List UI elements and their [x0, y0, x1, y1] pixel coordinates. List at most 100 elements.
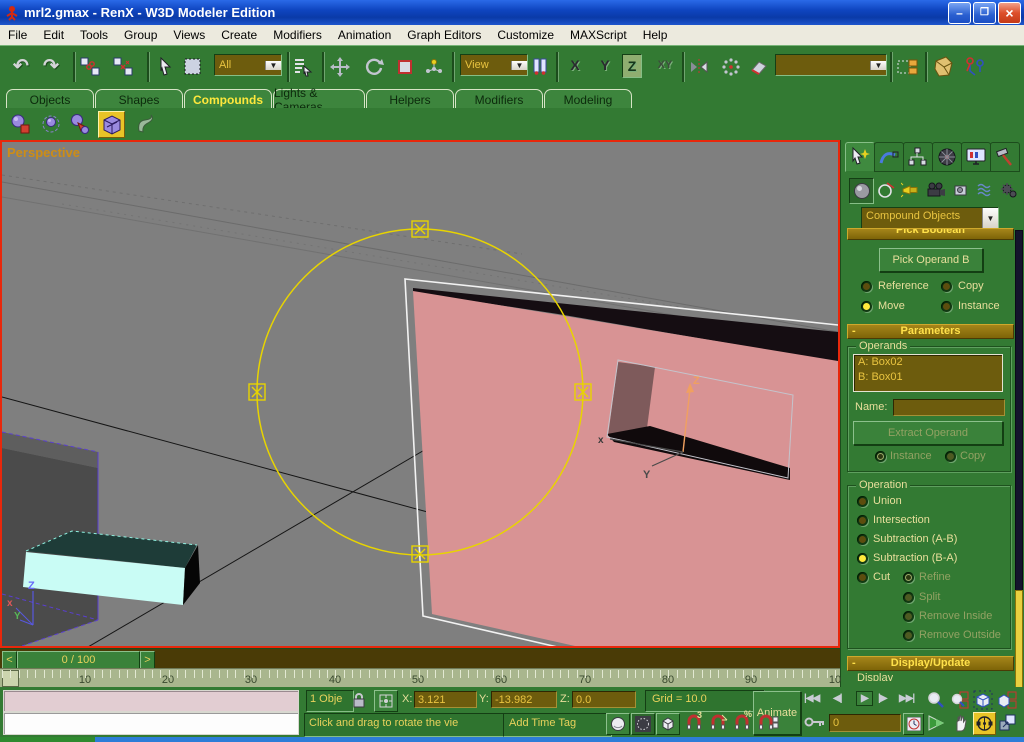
- degradation-button[interactable]: [631, 713, 655, 735]
- time-next-button[interactable]: >: [140, 651, 155, 669]
- radio-cut-refine[interactable]: [903, 572, 914, 583]
- operand-name-input[interactable]: [893, 399, 1005, 416]
- radio-cut-label[interactable]: Cut: [873, 571, 890, 583]
- selection-filter-dropdown[interactable]: All ▼: [214, 54, 282, 76]
- category-geometry-button[interactable]: [849, 178, 874, 204]
- track-bar[interactable]: 10 20 30 40 50 60 70 80 90 10: [0, 668, 840, 689]
- perspective-viewport[interactable]: Z x Y Z x Y: [0, 140, 840, 648]
- radio-union-label[interactable]: Union: [873, 495, 902, 507]
- axis-constraint-z[interactable]: Z: [622, 54, 642, 78]
- radio-subtraction-ba-label[interactable]: Subtraction (B-A): [873, 552, 957, 564]
- minimize-button[interactable]: –: [948, 2, 971, 24]
- reference-coordsys-dropdown[interactable]: View ▼: [460, 54, 528, 76]
- radio-subtraction-ab-label[interactable]: Subtraction (A-B): [873, 533, 957, 545]
- category-helpers-button[interactable]: [949, 178, 972, 202]
- min-max-toggle-button[interactable]: [998, 713, 1017, 732]
- radio-copy-label[interactable]: Copy: [958, 280, 984, 292]
- radio-extract-copy[interactable]: [945, 451, 956, 462]
- undo-button[interactable]: ↶: [13, 54, 29, 80]
- pick-operand-b-button[interactable]: Pick Operand B: [879, 248, 983, 272]
- zoom-all-button[interactable]: [950, 690, 970, 710]
- array-button[interactable]: [721, 54, 741, 80]
- selection-lock-button[interactable]: [350, 691, 368, 709]
- scatter-tool-button[interactable]: [38, 111, 63, 136]
- current-frame-field[interactable]: [829, 714, 901, 732]
- pan-button[interactable]: [951, 713, 971, 733]
- rollout-header-parameters[interactable]: - Parameters: [847, 324, 1014, 339]
- panel-tab-create[interactable]: [845, 142, 875, 172]
- go-to-end-button[interactable]: ▶▶|: [899, 693, 914, 704]
- y-coord-field[interactable]: [491, 691, 557, 708]
- zoom-extents-all-button[interactable]: [997, 690, 1017, 710]
- snap-toggle-3d-button[interactable]: 3: [684, 713, 704, 733]
- tab-compounds[interactable]: Compounds: [184, 89, 272, 109]
- add-time-tag-field[interactable]: Add Time Tag: [503, 713, 612, 737]
- collapse-icon[interactable]: -: [852, 325, 856, 338]
- radio-cut-split[interactable]: [903, 592, 914, 603]
- tab-lights-cameras[interactable]: Lights & Cameras: [273, 89, 365, 109]
- tab-shapes[interactable]: Shapes: [95, 89, 183, 109]
- menu-tools[interactable]: Tools: [72, 26, 116, 44]
- play-selected-button[interactable]: [927, 713, 949, 733]
- title-bar[interactable]: mrl2.gmax - RenX - W3D Modeler Edition –…: [0, 0, 1024, 25]
- radio-intersection-label[interactable]: Intersection: [873, 514, 930, 526]
- select-and-rotate-button[interactable]: [363, 54, 385, 80]
- dropdown-arrow-icon[interactable]: ▼: [511, 61, 527, 70]
- listener-input-field[interactable]: [3, 712, 299, 735]
- menu-animation[interactable]: Animation: [330, 26, 399, 44]
- macro-recorder-field[interactable]: [3, 690, 299, 712]
- radio-instance[interactable]: [941, 301, 952, 312]
- radio-union[interactable]: [857, 496, 868, 507]
- close-button[interactable]: ×: [998, 2, 1021, 24]
- wireframe-cube-button[interactable]: [656, 713, 680, 735]
- loft-tool-button[interactable]: [133, 111, 158, 136]
- menu-modifiers[interactable]: Modifiers: [265, 26, 330, 44]
- panel-tab-display[interactable]: [961, 142, 991, 172]
- radio-reference[interactable]: [861, 281, 872, 292]
- category-systems-button[interactable]: [997, 178, 1020, 202]
- select-by-name-button[interactable]: [293, 54, 313, 80]
- select-and-link-button[interactable]: [80, 54, 100, 80]
- spinner-snap-button[interactable]: [757, 713, 779, 733]
- morph-tool-button[interactable]: [8, 111, 33, 136]
- radio-extract-instance-label[interactable]: Instance: [890, 450, 932, 462]
- object-category-dropdown[interactable]: Compound Objects ▼: [861, 207, 999, 229]
- radio-instance-label[interactable]: Instance: [958, 300, 1000, 312]
- panel-tab-utilities[interactable]: [990, 142, 1020, 172]
- tab-objects[interactable]: Objects: [6, 89, 94, 109]
- panel-tab-modify[interactable]: [874, 142, 904, 172]
- start-button-edge[interactable]: [0, 737, 95, 742]
- redo-button[interactable]: ↷: [43, 54, 59, 80]
- zoom-extents-button[interactable]: [973, 690, 993, 710]
- arc-rotate-button[interactable]: [973, 712, 996, 735]
- previous-frame-button[interactable]: ◀|: [833, 693, 842, 704]
- x-coord-field[interactable]: [414, 691, 477, 708]
- pink-box-object[interactable]: [405, 279, 838, 646]
- radio-extract-copy-label[interactable]: Copy: [960, 450, 986, 462]
- radio-subtraction-ba[interactable]: [857, 553, 868, 564]
- named-selection-dropdown[interactable]: ▼: [775, 54, 887, 76]
- radio-remove-outside-label[interactable]: Remove Outside: [919, 629, 1001, 641]
- time-slider-handle[interactable]: 0 / 100: [17, 651, 140, 669]
- tab-modeling[interactable]: Modeling: [544, 89, 632, 109]
- curve-editor-button[interactable]: [932, 54, 956, 80]
- absolute-mode-button[interactable]: [374, 690, 398, 712]
- layer-manager-button[interactable]: [897, 54, 919, 80]
- extract-operand-button[interactable]: Extract Operand: [853, 421, 1003, 445]
- time-prev-button[interactable]: <: [2, 651, 17, 669]
- tab-modifiers[interactable]: Modifiers: [455, 89, 543, 109]
- radio-copy[interactable]: [941, 281, 952, 292]
- dropdown-arrow-icon[interactable]: ▼: [982, 208, 998, 228]
- axis-constraint-y[interactable]: Y: [596, 54, 614, 76]
- menu-help[interactable]: Help: [635, 26, 676, 44]
- angle-snap-button[interactable]: [708, 713, 728, 733]
- menu-views[interactable]: Views: [165, 26, 213, 44]
- windows-taskbar-strip[interactable]: [0, 737, 1024, 742]
- select-object-button[interactable]: [156, 54, 174, 80]
- menu-file[interactable]: File: [0, 26, 35, 44]
- radio-remove-inside[interactable]: [903, 611, 914, 622]
- menu-edit[interactable]: Edit: [35, 26, 72, 44]
- operands-listbox[interactable]: A: Box02 B: Box01: [853, 354, 1003, 392]
- selection-region-button[interactable]: [183, 54, 203, 80]
- radio-cut-refine-label[interactable]: Refine: [919, 571, 951, 583]
